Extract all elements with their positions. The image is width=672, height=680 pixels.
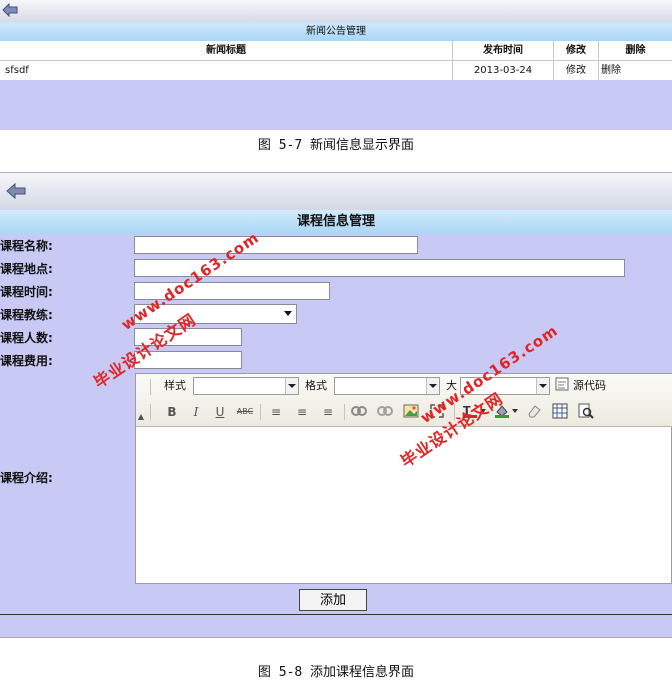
course-fee-label: 课程费用:	[0, 354, 53, 368]
course-coach-label: 课程教练:	[0, 308, 53, 322]
column-header-edit: 修改	[566, 45, 586, 56]
news-table-empty-area	[0, 80, 672, 130]
edit-link[interactable]: 修改	[554, 61, 598, 80]
course-page-title: 课程信息管理	[0, 210, 672, 234]
figure-caption-2: 图 5-8 添加课程信息界面	[257, 665, 415, 680]
course-capacity-label: 课程人数:	[0, 331, 53, 345]
news-date-cell: 2013-03-24	[473, 65, 533, 76]
style-dropdown[interactable]	[193, 377, 299, 395]
top-toolbar-2	[0, 172, 672, 211]
course-name-input[interactable]	[134, 236, 418, 254]
course-name-label: 课程名称:	[0, 239, 53, 253]
preview-icon[interactable]	[576, 403, 596, 421]
style-label: 样式	[164, 379, 186, 392]
column-header-delete: 删除	[625, 45, 646, 56]
back-arrow-icon[interactable]	[2, 3, 18, 17]
italic-icon[interactable]: I	[186, 403, 206, 421]
link-icon[interactable]	[349, 403, 369, 421]
source-code-button[interactable]: 源代码	[573, 379, 606, 393]
column-header-title: 新闻标题	[206, 45, 246, 56]
bold-icon[interactable]: B	[162, 403, 182, 421]
course-intro-label: 课程介绍:	[0, 471, 53, 485]
rich-text-editor[interactable]: ▲ 样式 格式 大 源代码 B I U ABC ≡ ≡ ≡ T	[135, 373, 672, 584]
table-icon[interactable]	[550, 403, 570, 421]
page-footer	[0, 614, 672, 638]
add-button[interactable]: 添加	[299, 589, 367, 611]
unlink-icon[interactable]	[375, 403, 395, 421]
column-header-date: 发布时间	[483, 45, 523, 56]
align-center-icon[interactable]: ≡	[292, 403, 312, 421]
news-page-title: 新闻公告管理	[0, 22, 672, 41]
figure-caption-1: 图 5-7 新闻信息显示界面	[257, 138, 415, 153]
table-row: sfsdf 2013-03-24 修改 删除	[0, 61, 672, 81]
delete-link[interactable]: 删除	[601, 61, 621, 80]
eraser-icon[interactable]	[524, 403, 544, 421]
editor-toolbar: ▲ 样式 格式 大 源代码 B I U ABC ≡ ≡ ≡ T	[136, 374, 672, 427]
top-toolbar	[0, 0, 672, 23]
course-location-label: 课程地点:	[0, 262, 53, 276]
back-arrow-icon[interactable]	[6, 182, 26, 203]
collapse-toolbar-icon[interactable]: ▲	[136, 408, 146, 426]
format-dropdown[interactable]	[334, 377, 440, 395]
source-code-icon[interactable]	[554, 377, 570, 395]
news-title-cell: sfsdf	[5, 65, 29, 76]
strikethrough-icon[interactable]: ABC	[235, 403, 255, 421]
underline-icon[interactable]: U	[210, 403, 230, 421]
align-left-icon[interactable]: ≡	[266, 403, 286, 421]
course-time-label: 课程时间:	[0, 285, 53, 299]
chevron-down-icon	[284, 311, 292, 316]
align-right-icon[interactable]: ≡	[318, 403, 338, 421]
format-label: 格式	[305, 379, 327, 392]
news-table-header: 新闻标题 发布时间 修改 删除	[0, 41, 672, 61]
